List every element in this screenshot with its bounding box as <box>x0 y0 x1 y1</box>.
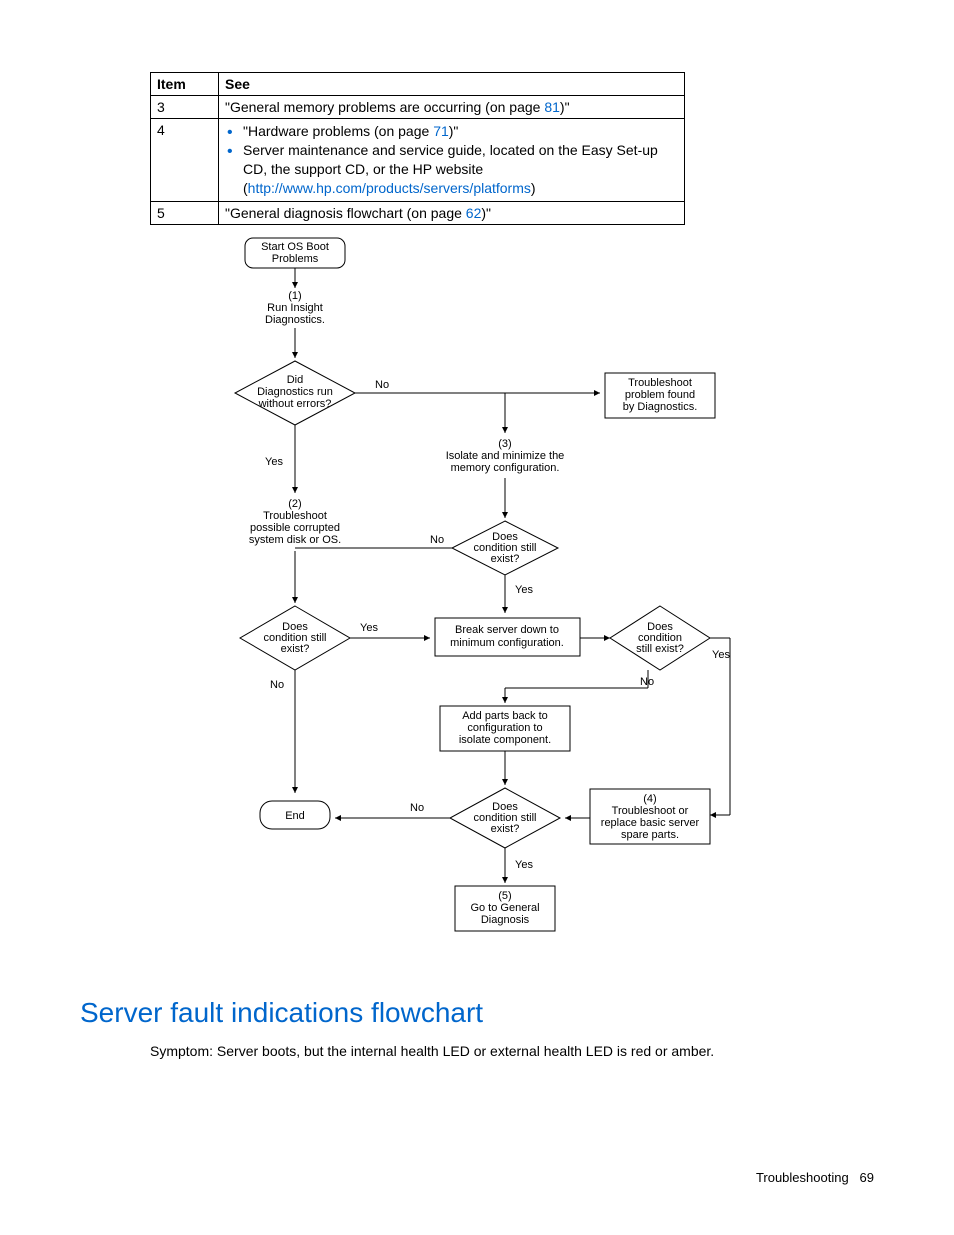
svg-text:Diagnosis: Diagnosis <box>481 914 530 926</box>
col-item-header: Item <box>151 73 219 96</box>
table-row: 4 "Hardware problems (on page 71)" Serve… <box>151 119 685 202</box>
node-troubleshoot-disk: Troubleshoot <box>263 510 327 522</box>
svg-text:memory configuration.: memory configuration. <box>451 462 560 474</box>
text: "General memory problems are occurring (… <box>225 99 544 115</box>
node-did-diag-run: Did <box>287 374 304 386</box>
svg-text:exist?: exist? <box>491 823 520 835</box>
node-replace-parts: Troubleshoot or <box>612 805 689 817</box>
footer-section: Troubleshooting <box>756 1170 849 1185</box>
svg-text:(3): (3) <box>498 438 511 450</box>
svg-text:(1): (1) <box>288 290 301 302</box>
flowchart: Start OS Boot Problems (1) Run Insight D… <box>150 233 874 973</box>
svg-text:No: No <box>410 802 424 814</box>
section-heading: Server fault indications flowchart <box>80 997 874 1029</box>
page-link[interactable]: 62 <box>466 205 482 221</box>
node-general-diagnosis: Go to General <box>470 902 539 914</box>
svg-text:spare parts.: spare parts. <box>621 829 679 841</box>
symptom-text: Symptom: Server boots, but the internal … <box>150 1043 874 1059</box>
svg-text:still exist?: still exist? <box>636 643 684 655</box>
page-link[interactable]: 71 <box>433 123 449 139</box>
url-link[interactable]: http://www.hp.com/products/servers/platf… <box>248 180 531 196</box>
text: "Hardware problems (on page <box>243 123 433 139</box>
table-row: 3 "General memory problems are occurring… <box>151 96 685 119</box>
edge-label-yes: Yes <box>265 456 283 468</box>
svg-text:(2): (2) <box>288 498 301 510</box>
list-item: "Hardware problems (on page 71)" <box>225 122 678 141</box>
svg-text:Diagnostics run: Diagnostics run <box>257 386 333 398</box>
edge-label-no: No <box>375 379 389 391</box>
see-cell: "General diagnosis flowchart (on page 62… <box>219 201 685 224</box>
svg-text:No: No <box>640 676 654 688</box>
table-row: 5 "General diagnosis flowchart (on page … <box>151 201 685 224</box>
text: "General diagnosis flowchart (on page <box>225 205 466 221</box>
node-add-parts: Add parts back to <box>462 710 548 722</box>
svg-text:Yes: Yes <box>360 622 378 634</box>
reference-table: Item See 3 "General memory problems are … <box>150 72 685 225</box>
page-footer: Troubleshooting 69 <box>756 1170 874 1185</box>
svg-text:system disk or OS.: system disk or OS. <box>249 534 341 546</box>
footer-page-number: 69 <box>860 1170 874 1185</box>
svg-text:minimum configuration.: minimum configuration. <box>450 637 564 649</box>
see-cell: "Hardware problems (on page 71)" Server … <box>219 119 685 202</box>
svg-text:No: No <box>270 679 284 691</box>
node-end: End <box>285 810 305 822</box>
svg-text:No: No <box>430 534 444 546</box>
svg-text:Yes: Yes <box>515 859 533 871</box>
item-cell: 5 <box>151 201 219 224</box>
text: ) <box>531 180 536 196</box>
col-see-header: See <box>219 73 685 96</box>
svg-text:exist?: exist? <box>281 643 310 655</box>
svg-text:without errors?: without errors? <box>258 398 332 410</box>
text: )" <box>449 123 459 139</box>
svg-text:Yes: Yes <box>515 584 533 596</box>
node-isolate-memory: Isolate and minimize the <box>446 450 565 462</box>
svg-text:Diagnostics.: Diagnostics. <box>265 314 325 326</box>
item-cell: 3 <box>151 96 219 119</box>
svg-text:possible corrupted: possible corrupted <box>250 522 340 534</box>
node-run-insight: Run Insight <box>267 302 323 314</box>
node-break-server: Break server down to <box>455 624 559 636</box>
text: Server maintenance and service guide, lo… <box>243 142 658 177</box>
svg-text:(4): (4) <box>643 793 656 805</box>
text: )" <box>560 99 570 115</box>
text: )" <box>481 205 491 221</box>
svg-text:configuration to: configuration to <box>467 722 542 734</box>
svg-text:(5): (5) <box>498 890 511 902</box>
svg-text:Yes: Yes <box>712 649 730 661</box>
svg-text:by Diagnostics.: by Diagnostics. <box>623 401 698 413</box>
item-cell: 4 <box>151 119 219 202</box>
list-item: Server maintenance and service guide, lo… <box>225 141 678 198</box>
node-troubleshoot-diag: Troubleshoot <box>628 377 692 389</box>
svg-text:exist?: exist? <box>491 553 520 565</box>
svg-text:Problems: Problems <box>272 253 319 265</box>
svg-text:isolate component.: isolate component. <box>459 734 551 746</box>
node-start: Start OS Boot <box>261 241 329 253</box>
svg-text:replace basic server: replace basic server <box>601 817 700 829</box>
svg-text:problem found: problem found <box>625 389 695 401</box>
see-cell: "General memory problems are occurring (… <box>219 96 685 119</box>
page-link[interactable]: 81 <box>544 99 560 115</box>
